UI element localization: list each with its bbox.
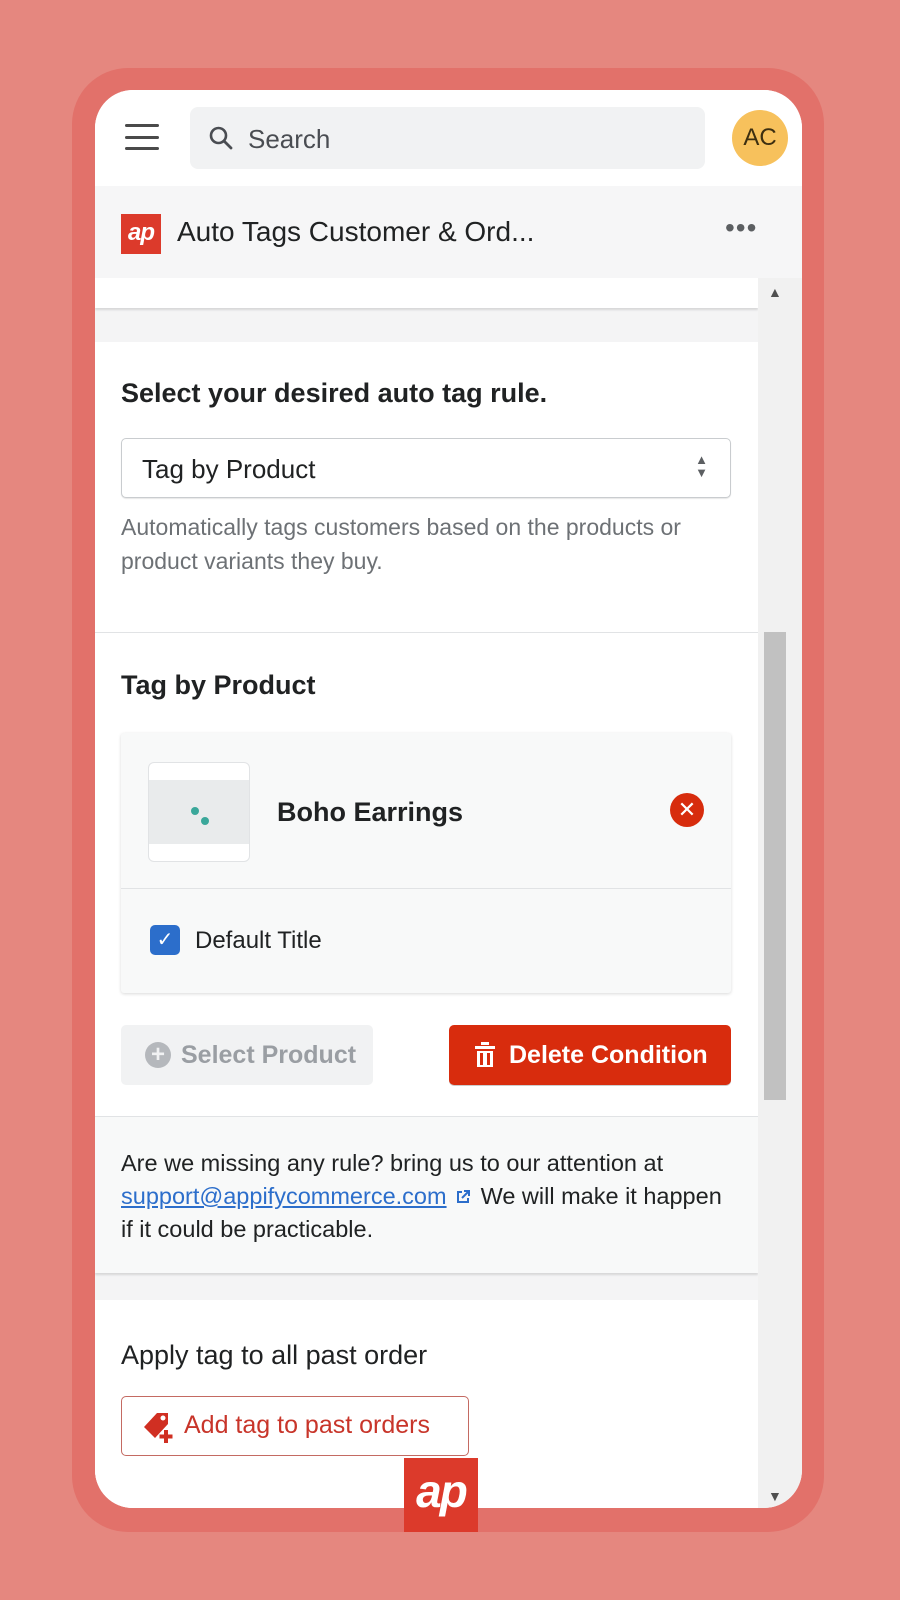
tag-by-product-card: Tag by Product Boho Earrings ✕ ✓ Default… [95, 633, 758, 1116]
product-section-heading: Tag by Product [121, 670, 316, 700]
rule-select-card: Select your desired auto tag rule. Tag b… [95, 342, 758, 633]
select-chevrons-icon: ▲ ▼ [695, 452, 708, 480]
scroll-down-arrow-icon[interactable]: ▼ [768, 1488, 782, 1504]
plus-circle-icon: + [145, 1042, 171, 1068]
brand-logo-badge: ap [404, 1458, 478, 1532]
scroll-up-arrow-icon[interactable]: ▲ [768, 284, 782, 300]
avatar[interactable]: AC [732, 110, 788, 166]
app-logo: ap [121, 214, 161, 254]
product-thumbnail [148, 762, 250, 862]
divider [121, 888, 731, 889]
external-link-icon[interactable] [455, 1189, 471, 1205]
app-screen: Search AC ap Auto Tags Customer & Ord...… [95, 90, 802, 1508]
support-note-card: Are we missing any rule? bring us to our… [95, 1116, 758, 1273]
main-content: Select your desired auto tag rule. Tag b… [95, 278, 758, 1508]
app-header: ap Auto Tags Customer & Ord... ••• [95, 186, 802, 280]
rule-select[interactable]: Tag by Product ▲ ▼ [121, 438, 731, 498]
tag-plus-icon [144, 1413, 173, 1443]
previous-card-edge [95, 278, 758, 308]
support-note: Are we missing any rule? bring us to our… [121, 1150, 722, 1242]
search-icon [209, 126, 233, 150]
checkmark-icon: ✓ [156, 929, 174, 951]
support-email-link[interactable]: support@appifycommerce.com [121, 1183, 447, 1209]
scrollbar[interactable]: ▲ ▼ [758, 278, 802, 1508]
add-tag-past-orders-button[interactable]: Add tag to past orders [121, 1396, 469, 1456]
delete-condition-button[interactable]: Delete Condition [449, 1025, 731, 1085]
rule-select-value: Tag by Product [142, 454, 316, 484]
hamburger-icon[interactable] [125, 124, 159, 150]
past-orders-heading: Apply tag to all past order [121, 1340, 428, 1370]
rule-help-text: Automatically tags customers based on th… [121, 514, 681, 574]
product-image [149, 780, 249, 844]
select-product-button[interactable]: + Select Product [121, 1025, 373, 1085]
search-input[interactable]: Search [190, 107, 705, 169]
more-horizontal-icon[interactable]: ••• [725, 212, 757, 244]
app-title: Auto Tags Customer & Ord... [177, 216, 535, 247]
scrollbar-thumb[interactable] [764, 632, 786, 1100]
trash-icon [475, 1042, 495, 1067]
search-placeholder: Search [248, 124, 331, 154]
top-bar: Search AC [95, 90, 802, 188]
variant-label: Default Title [195, 927, 322, 954]
variant-checkbox[interactable]: ✓ [150, 925, 180, 955]
rule-heading: Select your desired auto tag rule. [121, 378, 548, 408]
remove-circle-icon[interactable]: ✕ [670, 793, 704, 827]
product-name: Boho Earrings [277, 797, 464, 827]
product-item: Boho Earrings ✕ ✓ Default Title [121, 733, 731, 993]
